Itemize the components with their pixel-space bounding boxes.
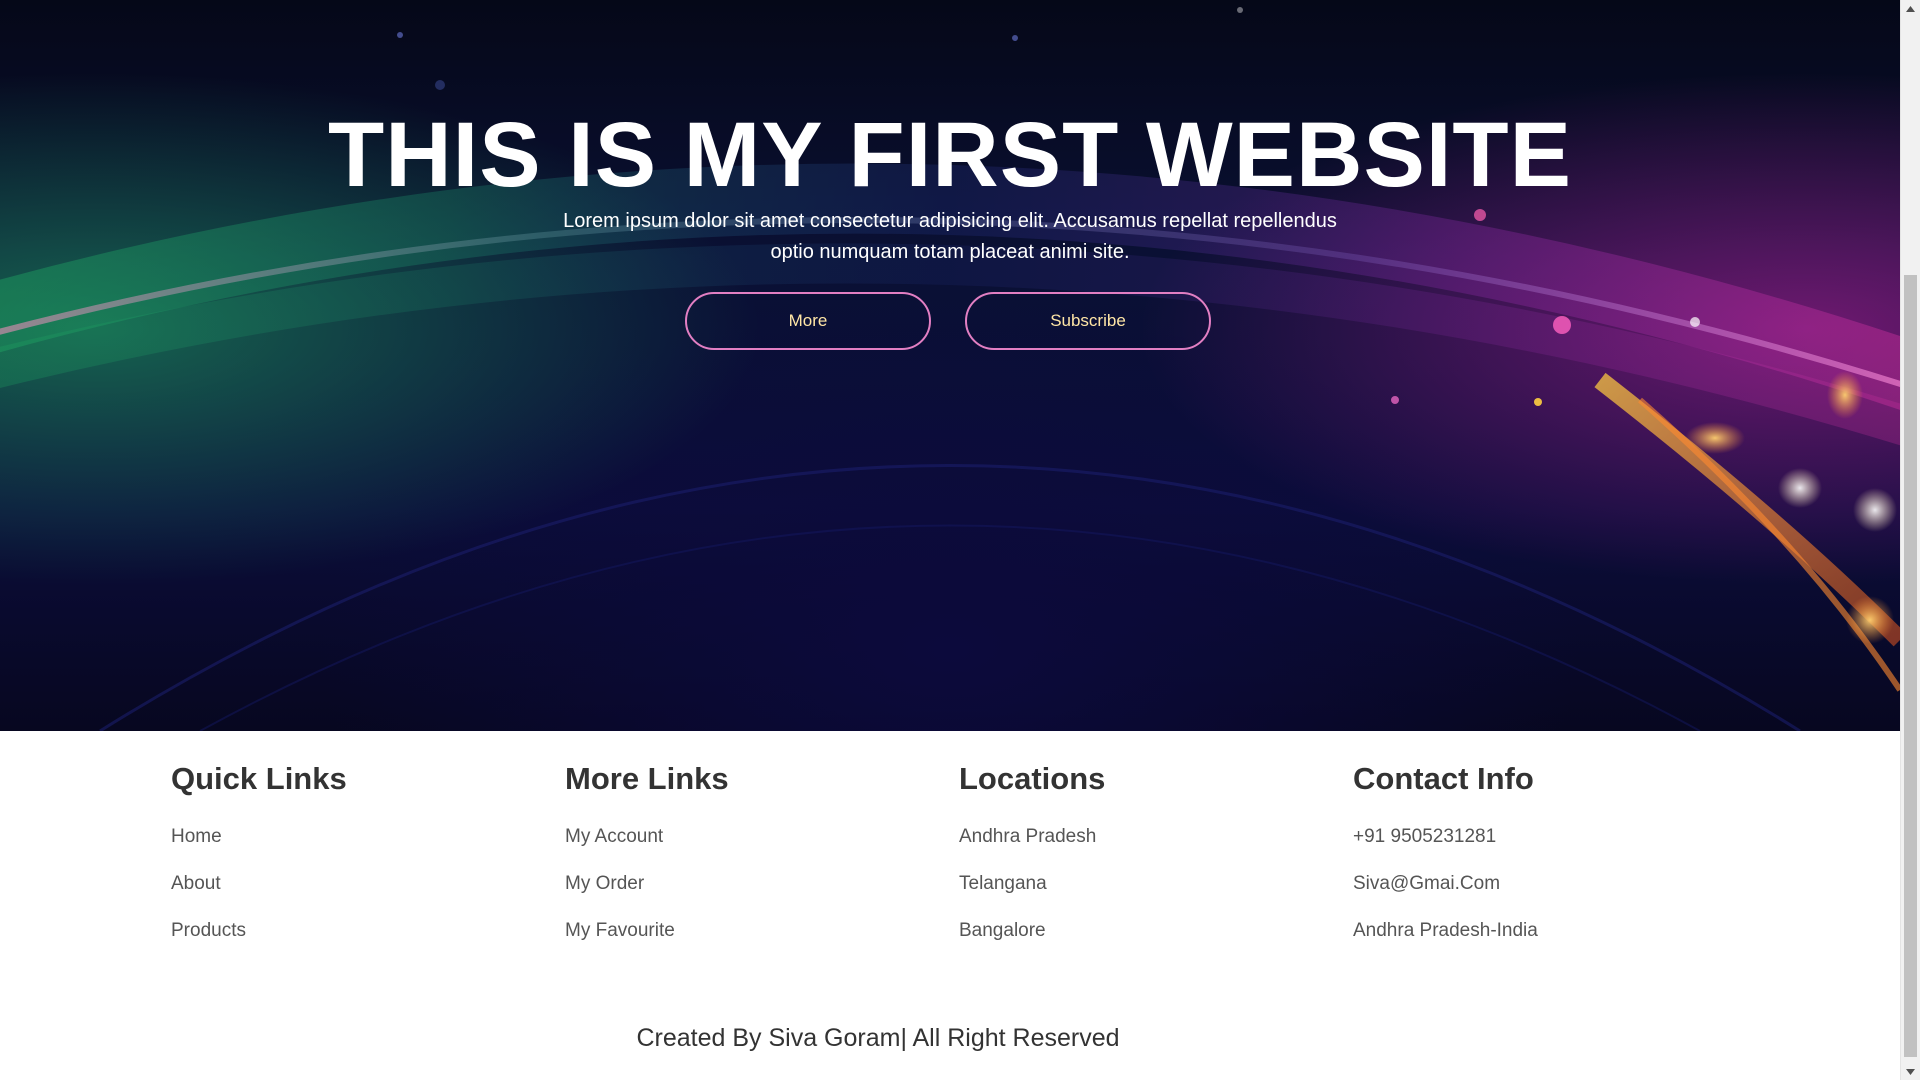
quick-links-list: Home About Products bbox=[171, 813, 531, 954]
subscribe-button[interactable]: Subscribe bbox=[965, 292, 1211, 350]
list-item: Home bbox=[171, 813, 531, 860]
quick-links-heading: Quick Links bbox=[171, 761, 347, 796]
footer-column-more-links: More Links My Account My Order My Favour… bbox=[565, 759, 925, 954]
list-item: My Favourite bbox=[565, 907, 925, 954]
footer-link-home[interactable]: Home bbox=[171, 826, 222, 847]
hero-description: Lorem ipsum dolor sit amet consectetur a… bbox=[563, 210, 1337, 263]
footer-column-contact-info: Contact Info +91 9505231281 Siva@Gmai.Co… bbox=[1353, 759, 1713, 954]
list-item: +91 9505231281 bbox=[1353, 813, 1713, 860]
footer-link-email[interactable]: Siva@Gmai.Com bbox=[1353, 873, 1500, 894]
locations-list: Andhra Pradesh Telangana Bangalore bbox=[959, 813, 1319, 954]
locations-heading: Locations bbox=[959, 761, 1106, 796]
list-item: Andhra Pradesh bbox=[959, 813, 1319, 860]
hero-title: THIS IS MY FIRST WEBSITE bbox=[328, 104, 1572, 206]
footer-link-products[interactable]: Products bbox=[171, 920, 246, 941]
hero-section: THIS IS MY FIRST WEBSITE Lorem ipsum dol… bbox=[0, 0, 1900, 731]
list-item: My Account bbox=[565, 813, 925, 860]
footer-link-about[interactable]: About bbox=[171, 873, 221, 894]
footer-link-my-favourite[interactable]: My Favourite bbox=[565, 920, 675, 941]
footer-link-my-order[interactable]: My Order bbox=[565, 873, 644, 894]
vertical-scrollbar[interactable] bbox=[1900, 0, 1920, 1080]
more-links-heading: More Links bbox=[565, 761, 729, 796]
page: THIS IS MY FIRST WEBSITE Lorem ipsum dol… bbox=[0, 0, 1900, 1080]
list-item: Siva@Gmai.Com bbox=[1353, 860, 1713, 907]
scroll-down-arrow-icon[interactable] bbox=[1901, 1063, 1920, 1080]
list-item: Telangana bbox=[959, 860, 1319, 907]
footer-link-andhra-pradesh[interactable]: Andhra Pradesh bbox=[959, 826, 1096, 847]
more-links-list: My Account My Order My Favourite bbox=[565, 813, 925, 954]
footer-column-locations: Locations Andhra Pradesh Telangana Banga… bbox=[959, 759, 1319, 954]
footer-link-my-account[interactable]: My Account bbox=[565, 826, 663, 847]
list-item: My Order bbox=[565, 860, 925, 907]
footer-column-quick-links: Quick Links Home About Products bbox=[171, 759, 531, 954]
scroll-up-arrow-icon[interactable] bbox=[1901, 0, 1920, 17]
footer-credit: Created By Siva Goram| All Right Reserve… bbox=[636, 1024, 1120, 1052]
list-item: Products bbox=[171, 907, 531, 954]
contact-info-heading: Contact Info bbox=[1353, 761, 1534, 796]
footer-link-address[interactable]: Andhra Pradesh-India bbox=[1353, 920, 1538, 941]
more-button[interactable]: More bbox=[685, 292, 931, 350]
contact-info-list: +91 9505231281 Siva@Gmai.Com Andhra Prad… bbox=[1353, 813, 1713, 954]
footer-link-telangana[interactable]: Telangana bbox=[959, 873, 1047, 894]
footer: Quick Links Home About Products More Lin… bbox=[0, 731, 1900, 1080]
footer-link-bangalore[interactable]: Bangalore bbox=[959, 920, 1046, 941]
footer-link-phone[interactable]: +91 9505231281 bbox=[1353, 826, 1496, 847]
list-item: About bbox=[171, 860, 531, 907]
list-item: Andhra Pradesh-India bbox=[1353, 907, 1713, 954]
scrollbar-thumb[interactable] bbox=[1904, 275, 1917, 1057]
list-item: Bangalore bbox=[959, 907, 1319, 954]
